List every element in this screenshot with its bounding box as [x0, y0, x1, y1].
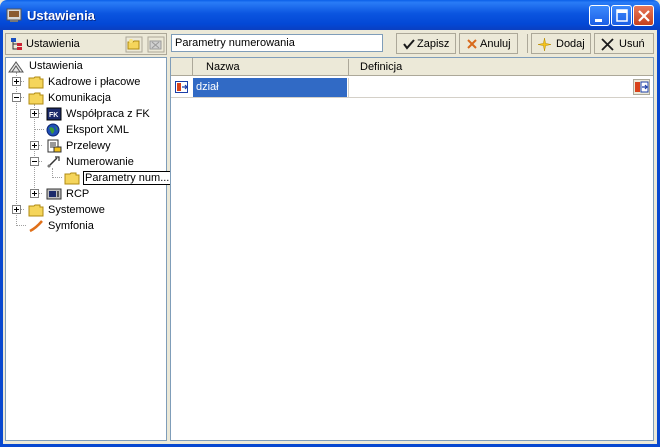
- delete-label: Usuń: [619, 38, 645, 50]
- transfer-icon: [46, 139, 62, 156]
- close-button[interactable]: [633, 5, 654, 26]
- delete-folder-button[interactable]: [147, 36, 165, 53]
- cancel-icon: [466, 38, 478, 53]
- add-label: Dodaj: [556, 38, 585, 50]
- collapse-toggle[interactable]: [12, 93, 21, 102]
- fk-icon: FK: [46, 107, 62, 124]
- tree-item-label: Eksport XML: [66, 124, 129, 136]
- numbering-icon: [46, 155, 62, 172]
- settings-root-icon: [8, 60, 24, 77]
- tree-item-label: RCP: [66, 188, 90, 200]
- tree-item-label: Systemowe: [48, 204, 105, 216]
- tree-line: [16, 225, 26, 226]
- tree-item-label: Ustawienia: [29, 60, 83, 72]
- save-button[interactable]: Zapisz: [396, 33, 456, 54]
- add-button[interactable]: Dodaj: [531, 33, 591, 54]
- expand-toggle[interactable]: [30, 141, 39, 150]
- toolbar-separator: [527, 34, 528, 53]
- expand-toggle[interactable]: [30, 109, 39, 118]
- expand-toggle[interactable]: [12, 77, 21, 86]
- globe-icon: [46, 123, 62, 140]
- cell-name[interactable]: dział: [193, 78, 347, 97]
- column-header-name[interactable]: Nazwa: [206, 61, 240, 73]
- row-edit-icon: [175, 80, 189, 97]
- app-icon: [6, 7, 22, 23]
- check-icon: [403, 38, 415, 53]
- title-bar: Ustawienia: [0, 0, 660, 30]
- collapse-toggle[interactable]: [30, 157, 39, 166]
- tree-item-label: Numerowanie: [66, 156, 134, 168]
- save-label: Zapisz: [417, 38, 450, 50]
- expand-toggle[interactable]: [12, 205, 21, 214]
- folder-icon: [64, 171, 80, 188]
- delete-button[interactable]: Usuń: [594, 33, 654, 54]
- maximize-button[interactable]: [611, 5, 632, 26]
- delete-icon: [601, 38, 614, 54]
- tree-item-label: Kadrowe i płacowe: [48, 76, 141, 88]
- definitions-grid[interactable]: Nazwa Definicja dział: [170, 57, 654, 441]
- settings-tree[interactable]: Ustawienia Kadrowe i płacowe Komunikacja…: [5, 57, 172, 441]
- table-row[interactable]: dział: [171, 77, 653, 98]
- expand-toggle[interactable]: [30, 189, 39, 198]
- edit-definition-button[interactable]: [633, 79, 650, 98]
- folder-icon: [28, 91, 44, 108]
- tree-item-label: Komunikacja: [48, 92, 111, 104]
- symfonia-icon: [28, 219, 44, 236]
- tree-structure-icon: [10, 37, 24, 54]
- grid-header: Nazwa Definicja: [171, 58, 653, 76]
- window-title: Ustawienia: [27, 8, 95, 23]
- tree-toolbar-label: Ustawienia: [26, 38, 80, 50]
- minimize-button[interactable]: [589, 5, 610, 26]
- tree-item-label: Parametry num...: [83, 171, 172, 185]
- column-header-definition[interactable]: Definicja: [360, 61, 402, 73]
- cancel-label: Anuluj: [480, 38, 511, 50]
- folder-icon: [28, 203, 44, 220]
- sparkle-icon: [537, 37, 552, 54]
- cancel-button[interactable]: Anuluj: [459, 33, 518, 54]
- tree-toolbar: Ustawienia: [5, 33, 167, 55]
- grid-header-corner: [171, 58, 193, 76]
- tree-item-label: Współpraca z FK: [66, 108, 150, 120]
- tree-item-label: Przelewy: [66, 140, 111, 152]
- rcp-icon: [46, 187, 62, 204]
- column-divider[interactable]: [348, 59, 349, 75]
- path-input[interactable]: Parametry numerowania: [171, 34, 383, 52]
- tree-line: [52, 177, 62, 178]
- svg-text:FK: FK: [49, 112, 58, 119]
- cell-definition[interactable]: [348, 78, 652, 97]
- folder-icon: [28, 75, 44, 92]
- tree-line: [34, 129, 44, 130]
- tree-item-label: Symfonia: [48, 220, 94, 232]
- new-folder-button[interactable]: [125, 36, 143, 53]
